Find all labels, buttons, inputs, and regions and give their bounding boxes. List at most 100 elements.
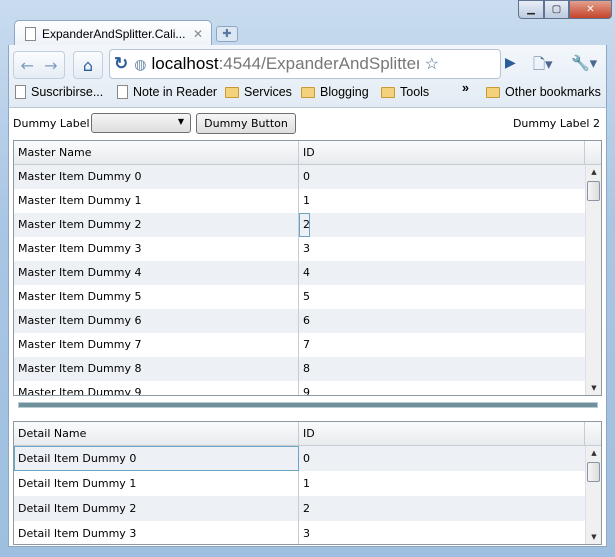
master-row[interactable]: Master Item Dummy 44 <box>14 261 585 285</box>
master-row[interactable]: Master Item Dummy 55 <box>14 285 585 309</box>
name-cell[interactable]: Master Item Dummy 5 <box>14 285 299 309</box>
back-icon[interactable]: ← <box>21 56 34 75</box>
browser-tab[interactable]: ExpanderAndSplitter.Cali... ✕ <box>14 20 212 46</box>
id-cell[interactable]: 4 <box>299 261 310 285</box>
folder-icon <box>225 86 239 98</box>
id-cell[interactable]: 1 <box>299 471 310 496</box>
id-cell[interactable]: 5 <box>299 285 310 309</box>
bookmark-label: Blogging <box>320 85 369 99</box>
chevron-down-icon: ▼ <box>177 117 184 126</box>
id-cell[interactable]: 8 <box>299 357 310 381</box>
bookmark-label: Suscribirse... <box>31 85 104 99</box>
name-cell[interactable]: Master Item Dummy 8 <box>14 357 299 381</box>
name-cell[interactable]: Detail Item Dummy 0 <box>14 446 299 471</box>
detail-grid: Detail Name ID Detail Item Dummy 0 0 Detai… <box>13 421 602 545</box>
master-row[interactable]: Master Item Dummy 77 <box>14 333 585 357</box>
bookmark-label: Other bookmarks <box>505 85 601 99</box>
master-row[interactable]: Master Item Dummy 66 <box>14 309 585 333</box>
master-row[interactable]: Master Item Dummy 99 <box>14 381 585 395</box>
master-grid: Master Name ID Master Item Dummy 0 0 Maste… <box>13 140 602 396</box>
scroll-up-icon[interactable]: ▲ <box>586 449 601 457</box>
detail-row[interactable]: Detail Item Dummy 00 <box>14 446 585 471</box>
name-cell[interactable]: Master Item Dummy 7 <box>14 333 299 357</box>
scroll-thumb[interactable] <box>587 181 600 201</box>
name-cell[interactable]: Master Item Dummy 1 <box>14 189 299 213</box>
dummy-combobox[interactable]: ▼ <box>91 113 191 133</box>
id-cell[interactable]: 2 <box>299 496 310 521</box>
home-button[interactable]: ⌂ <box>73 51 103 79</box>
detail-scrollbar[interactable]: ▲ ▼ <box>585 446 601 544</box>
column-header-detail-name[interactable]: Detail Name <box>14 422 299 445</box>
column-header-id[interactable]: ID <box>299 422 585 445</box>
id-cell[interactable]: 2 <box>299 213 310 237</box>
scroll-down-icon[interactable]: ▼ <box>586 533 601 541</box>
home-icon: ⌂ <box>82 55 94 75</box>
bookmarks-overflow-button[interactable]: » <box>462 77 469 99</box>
bookmark-label: Services <box>244 85 292 99</box>
scroll-down-icon[interactable]: ▼ <box>586 384 601 392</box>
wrench-icon[interactable]: 🔧▾ <box>571 54 597 72</box>
page-icon <box>25 26 36 41</box>
url-path: :4544/ExpanderAndSplitter.CaliburnT <box>218 54 419 73</box>
id-cell[interactable]: 0 <box>299 446 310 471</box>
bookmark-blogging[interactable]: Blogging <box>301 81 369 103</box>
id-cell[interactable]: 3 <box>299 521 310 544</box>
name-cell[interactable]: Master Item Dummy 6 <box>14 309 299 333</box>
detail-row[interactable]: Detail Item Dummy 33 <box>14 521 585 544</box>
close-window-button[interactable]: ✕ <box>569 0 612 19</box>
id-cell[interactable]: 9 <box>299 381 310 395</box>
id-cell[interactable]: 1 <box>299 189 310 213</box>
folder-icon <box>301 86 315 98</box>
id-cell[interactable]: 6 <box>299 309 310 333</box>
new-tab-button[interactable]: ✚ <box>216 26 238 42</box>
detail-header: Detail Name ID <box>14 422 601 446</box>
master-row[interactable]: Master Item Dummy 11 <box>14 189 585 213</box>
address-bar[interactable]: ↻ ◍ localhost:4544/ExpanderAndSplitter.C… <box>109 49 501 79</box>
id-cell[interactable]: 3 <box>299 237 310 261</box>
detail-row[interactable]: Detail Item Dummy 22 <box>14 496 585 521</box>
other-bookmarks[interactable]: Other bookmarks <box>486 81 601 103</box>
folder-icon <box>381 86 395 98</box>
grid-splitter[interactable] <box>18 402 598 408</box>
dummy-button[interactable]: Dummy Button <box>196 113 296 134</box>
name-cell[interactable]: Detail Item Dummy 1 <box>14 471 299 496</box>
bookmark-note-in-reader[interactable]: Note in Reader <box>117 81 217 103</box>
scroll-up-icon[interactable]: ▲ <box>586 168 601 176</box>
detail-row[interactable]: Detail Item Dummy 11 <box>14 471 585 496</box>
globe-icon: ◍ <box>134 55 147 72</box>
name-cell[interactable]: Detail Item Dummy 3 <box>14 521 299 544</box>
play-icon[interactable]: ▶ <box>505 55 516 71</box>
master-row[interactable]: Master Item Dummy 88 <box>14 357 585 381</box>
id-cell[interactable]: 0 <box>299 165 310 189</box>
id-cell[interactable]: 7 <box>299 333 310 357</box>
window-controls: ▁ ▢ ✕ <box>518 0 612 19</box>
close-tab-icon[interactable]: ✕ <box>193 27 203 41</box>
master-row[interactable]: Master Item Dummy 22 <box>14 213 585 237</box>
browser-toolbar: ← → ⌂ ↻ ◍ localhost:4544/ExpanderAndSpli… <box>8 45 607 107</box>
minimize-button[interactable]: ▁ <box>518 0 544 19</box>
bookmark-tools[interactable]: Tools <box>381 81 429 103</box>
master-row[interactable]: Master Item Dummy 33 <box>14 237 585 261</box>
tab-title: ExpanderAndSplitter.Cali... <box>42 26 186 41</box>
page-icon <box>117 85 128 99</box>
page-menu-icon[interactable]: 🗋▾ <box>533 54 553 79</box>
column-header-id[interactable]: ID <box>299 141 585 164</box>
star-icon[interactable]: ☆ <box>425 54 439 74</box>
forward-icon[interactable]: → <box>44 56 57 75</box>
folder-icon <box>486 86 500 98</box>
maximize-button[interactable]: ▢ <box>544 0 569 19</box>
scroll-thumb[interactable] <box>587 462 600 482</box>
column-header-master-name[interactable]: Master Name <box>14 141 299 164</box>
name-cell[interactable]: Detail Item Dummy 2 <box>14 496 299 521</box>
master-scrollbar[interactable]: ▲ ▼ <box>585 165 601 395</box>
reload-icon[interactable]: ↻ <box>114 54 128 74</box>
name-cell[interactable]: Master Item Dummy 3 <box>14 237 299 261</box>
bookmark-services[interactable]: Services <box>225 81 292 103</box>
name-cell[interactable]: Master Item Dummy 2 <box>14 213 299 237</box>
bookmark-label: Tools <box>400 85 430 99</box>
master-row[interactable]: Master Item Dummy 00 <box>14 165 585 189</box>
name-cell[interactable]: Master Item Dummy 9 <box>14 381 299 395</box>
bookmark-suscribirse[interactable]: Suscribirse... <box>15 81 103 103</box>
name-cell[interactable]: Master Item Dummy 4 <box>14 261 299 285</box>
name-cell[interactable]: Master Item Dummy 0 <box>14 165 299 189</box>
